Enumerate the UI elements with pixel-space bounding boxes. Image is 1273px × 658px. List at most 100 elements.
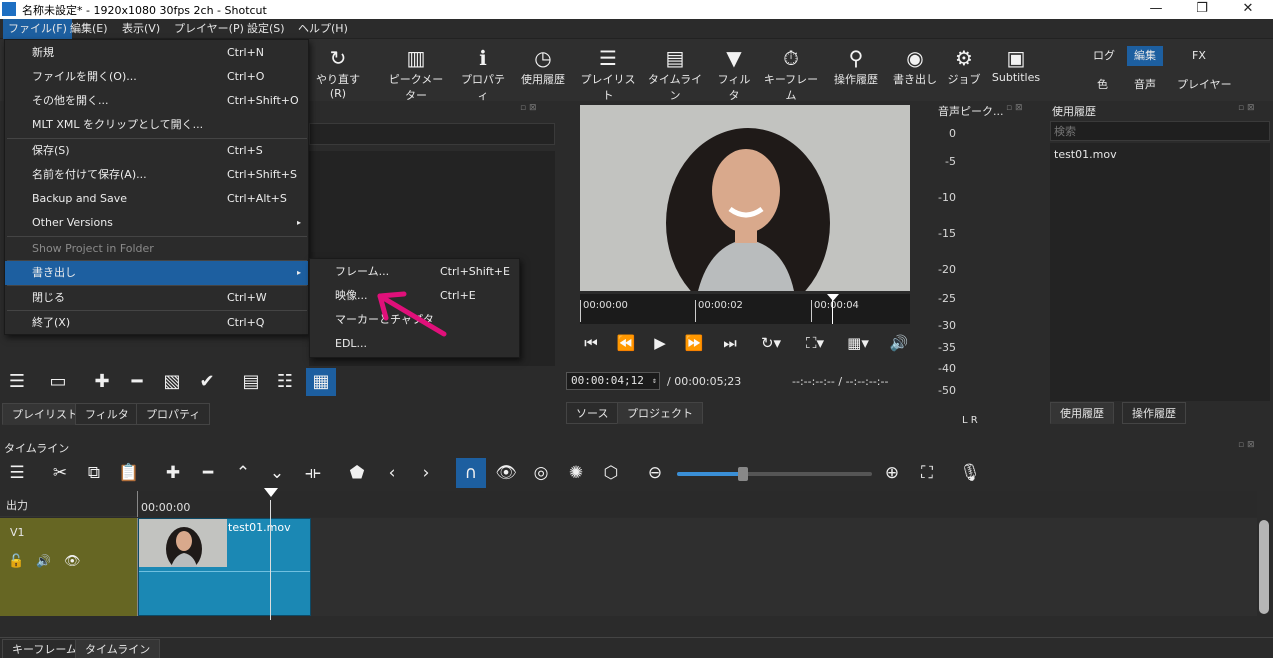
menu-file[interactable]: ファイル(F) xyxy=(3,19,72,39)
remove-icon[interactable]: ━ xyxy=(124,370,150,394)
snap-icon[interactable]: ∩ xyxy=(456,458,486,488)
tab-properties[interactable]: プロパティ xyxy=(136,403,211,425)
tab-recent[interactable]: 使用履歴 xyxy=(1050,402,1114,424)
details-view-icon[interactable]: ▤ xyxy=(238,370,264,394)
zoom-slider[interactable] xyxy=(677,467,872,481)
maximize-button[interactable]: ❐ xyxy=(1179,0,1225,19)
timeline-menu-icon[interactable]: ☰ xyxy=(4,461,30,485)
timeline-scrollbar[interactable] xyxy=(1257,518,1271,616)
panel-float-buttons[interactable]: ▫ ⊠ xyxy=(1006,103,1023,113)
lock-icon[interactable]: 🔓 xyxy=(8,554,24,569)
menu-player[interactable]: プレイヤー(P) xyxy=(169,19,249,39)
filter-button[interactable]: ▼ フィルタ xyxy=(713,45,755,103)
hide-icon[interactable]: 👁 xyxy=(64,554,81,569)
menu-edit[interactable]: 編集(E) xyxy=(65,19,113,39)
timeline-playhead-icon[interactable] xyxy=(264,488,278,497)
history-button[interactable]: ⚲ 操作履歴 xyxy=(829,45,883,87)
zoom-icon[interactable]: ⛶▾ xyxy=(798,332,832,354)
file-menu-open[interactable]: ファイルを開く(O)... Ctrl+O xyxy=(5,65,308,89)
scrollbar-thumb[interactable] xyxy=(1259,520,1269,614)
tab-project[interactable]: プロジェクト xyxy=(617,402,703,424)
file-menu-save-as[interactable]: 名前を付けて保存(A)... Ctrl+Shift+S xyxy=(5,163,308,187)
menu-help[interactable]: ヘルプ(H) xyxy=(293,19,353,39)
open-folder-icon[interactable]: ▭ xyxy=(45,370,71,394)
playlist-search-box[interactable] xyxy=(309,123,555,145)
ripple-all-icon[interactable]: ✺ xyxy=(563,461,589,485)
panel-float-buttons[interactable]: ▫ ⊠ xyxy=(1238,103,1255,113)
copy-icon[interactable]: ⧉ xyxy=(81,461,107,485)
panel-float-buttons[interactable]: ▫ ⊠ xyxy=(520,103,537,113)
ripple-markers-icon[interactable]: ⬡ xyxy=(598,461,624,485)
update-icon[interactable]: ▧ xyxy=(159,370,185,394)
layout-editing-button[interactable]: 編集 xyxy=(1127,46,1163,66)
tab-filters[interactable]: フィルタ xyxy=(75,403,139,425)
previous-marker-icon[interactable]: ‹ xyxy=(379,461,405,485)
file-menu-export[interactable]: 書き出し ▸ xyxy=(5,261,308,285)
menu-icon[interactable]: ☰ xyxy=(4,370,30,394)
next-marker-icon[interactable]: › xyxy=(413,461,439,485)
file-menu-open-mlt[interactable]: MLT XML をクリップとして開く... xyxy=(5,113,308,137)
export-button[interactable]: ◉ 書き出し xyxy=(891,45,939,87)
file-menu-show-in-folder[interactable]: Show Project in Folder xyxy=(5,237,308,261)
check-icon[interactable]: ✔ xyxy=(194,370,220,394)
grid-view-icon[interactable]: ▦ xyxy=(306,368,336,396)
fast-forward-icon[interactable]: ⏩ xyxy=(681,332,707,354)
layout-color-button[interactable]: 色 xyxy=(1090,75,1115,95)
player-scrubber[interactable]: 00:00:00 00:00:02 00:00:04 xyxy=(580,294,910,324)
file-menu-open-other[interactable]: その他を開く... Ctrl+Shift+O xyxy=(5,89,308,113)
scrub-icon[interactable]: 👁 xyxy=(493,461,519,485)
peak-meter-button[interactable]: ▥ ピークメーター xyxy=(384,45,448,103)
playlist-button[interactable]: ☰ プレイリスト xyxy=(579,45,637,103)
spin-icon[interactable]: ⇕ xyxy=(652,373,657,389)
rewind-icon[interactable]: ⏪ xyxy=(613,332,639,354)
list-view-icon[interactable]: ☷ xyxy=(272,370,298,394)
zoom-slider-handle[interactable] xyxy=(738,467,748,481)
playhead-marker-icon[interactable] xyxy=(827,294,839,301)
timeline-ruler[interactable]: 00:00:00 xyxy=(137,488,1257,517)
jobs-button[interactable]: ⚙ ジョブ xyxy=(946,45,982,87)
zoom-out-icon[interactable]: ⊖ xyxy=(642,461,668,485)
skip-start-icon[interactable]: ⏮ xyxy=(578,332,604,354)
recent-search-input[interactable] xyxy=(1050,121,1270,141)
clip[interactable]: test01.mov xyxy=(138,518,311,616)
lift-icon[interactable]: ⌃ xyxy=(230,461,256,485)
ripple-icon[interactable]: ◎ xyxy=(528,461,554,485)
mute-icon[interactable]: 🔊 xyxy=(36,554,51,568)
timeline-playhead-line[interactable] xyxy=(270,500,271,620)
recent-item[interactable]: test01.mov xyxy=(1054,148,1117,161)
cut-icon[interactable]: ✂ xyxy=(47,461,73,485)
timeline-button[interactable]: ▤ タイムライン xyxy=(645,45,705,103)
add-icon[interactable]: ✚ xyxy=(89,370,115,394)
record-audio-icon[interactable]: 🎙 xyxy=(957,461,983,485)
layout-audio-button[interactable]: 音声 xyxy=(1127,75,1163,95)
menu-settings[interactable]: 設定(S) xyxy=(242,19,290,39)
skip-end-icon[interactable]: ⏭ xyxy=(717,332,743,354)
tab-source[interactable]: ソース xyxy=(566,402,619,424)
minimize-button[interactable]: — xyxy=(1133,0,1179,19)
file-menu-exit[interactable]: 終了(X) Ctrl+Q xyxy=(5,311,308,335)
layout-fx-button[interactable]: FX xyxy=(1185,46,1213,66)
recent-button[interactable]: ◷ 使用履歴 xyxy=(517,45,569,87)
zoom-in-icon[interactable]: ⊕ xyxy=(879,461,905,485)
play-icon[interactable]: ▶ xyxy=(647,332,673,354)
split-icon[interactable]: ⟛ xyxy=(300,461,326,485)
timecode-input[interactable]: 00:00:04;12 ⇕ xyxy=(566,372,660,390)
overwrite-icon[interactable]: ⌄ xyxy=(264,461,290,485)
volume-icon[interactable]: 🔊 xyxy=(886,332,912,354)
remove-icon[interactable]: ━ xyxy=(195,461,221,485)
export-frame-item[interactable]: フレーム... Ctrl+Shift+E xyxy=(310,260,519,284)
append-icon[interactable]: ✚ xyxy=(160,461,186,485)
tab-timeline[interactable]: タイムライン xyxy=(75,639,161,658)
file-menu-close[interactable]: 閉じる Ctrl+W xyxy=(5,286,308,310)
keyframes-button[interactable]: ⏱ キーフレーム xyxy=(763,45,819,103)
file-menu-other-versions[interactable]: Other Versions ▸ xyxy=(5,211,308,235)
marker-icon[interactable]: ⬟ xyxy=(344,461,370,485)
zoom-fit-icon[interactable]: ⛶ xyxy=(914,461,940,485)
file-menu-new[interactable]: 新規 Ctrl+N xyxy=(5,41,308,65)
layout-logging-button[interactable]: ログ xyxy=(1086,46,1122,66)
menu-view[interactable]: 表示(V) xyxy=(117,19,165,39)
close-button[interactable]: ✕ xyxy=(1225,0,1271,19)
loop-icon[interactable]: ↻▾ xyxy=(754,332,788,354)
file-menu-backup-save[interactable]: Backup and Save Ctrl+Alt+S xyxy=(5,187,308,211)
layout-player-button[interactable]: プレイヤー xyxy=(1170,75,1239,95)
